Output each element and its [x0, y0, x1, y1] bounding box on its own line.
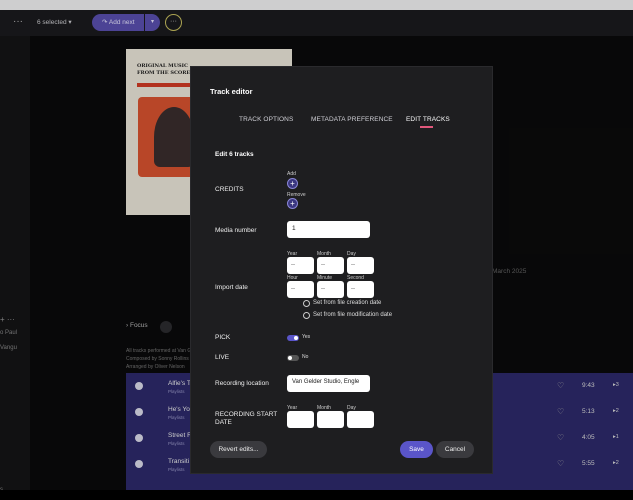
live-label: LIVE	[215, 354, 230, 361]
pick-label: PICK	[215, 334, 231, 341]
radio-creation-date[interactable]	[303, 300, 310, 307]
import-month-input[interactable]: --	[317, 257, 344, 274]
toggle-knob	[288, 356, 292, 360]
cancel-button[interactable]: Cancel	[436, 441, 474, 458]
revert-edits-button[interactable]: Revert edits...	[210, 441, 267, 458]
add-credit-label: Add	[287, 171, 296, 177]
import-minute-input[interactable]: --	[317, 281, 344, 298]
recording-start-label: RECORDING START	[215, 411, 278, 418]
recording-year-input[interactable]	[287, 411, 314, 428]
recording-month-input[interactable]	[317, 411, 344, 428]
pick-toggle[interactable]	[287, 335, 299, 341]
section-heading: Edit 6 tracks	[215, 151, 254, 158]
media-number-input[interactable]: 1	[287, 221, 370, 238]
recording-start-label-2: DATE	[215, 419, 232, 426]
import-hour-input[interactable]: --	[287, 281, 314, 298]
recording-location-label: Recording location	[215, 380, 269, 387]
credits-label: CREDITS	[215, 186, 244, 193]
pick-value: Yes	[302, 334, 311, 340]
remove-credit-label: Remove	[287, 192, 306, 198]
import-year-input[interactable]: --	[287, 257, 314, 274]
dialog-title: Track editor	[210, 87, 253, 96]
save-button[interactable]: Save	[400, 441, 433, 458]
toggle-knob	[294, 336, 298, 340]
live-value: No	[302, 354, 309, 360]
tab-edit-tracks[interactable]: EDIT TRACKS	[406, 116, 450, 123]
tab-metadata-preference[interactable]: METADATA PREFERENCE	[311, 116, 393, 123]
remove-credit-button[interactable]: +	[287, 198, 298, 209]
radio-modification-label[interactable]: Set from file modification date	[313, 312, 392, 318]
add-credit-button[interactable]: +	[287, 178, 298, 189]
live-toggle[interactable]	[287, 355, 299, 361]
track-editor-dialog: Track editor TRACK OPTIONS METADATA PREF…	[190, 66, 493, 474]
media-number-label: Media number	[215, 227, 257, 234]
radio-creation-label[interactable]: Set from file creation date	[313, 300, 381, 306]
import-date-label: Import date	[215, 284, 248, 291]
recording-day-input[interactable]	[347, 411, 374, 428]
import-second-input[interactable]: --	[347, 281, 374, 298]
import-day-input[interactable]: --	[347, 257, 374, 274]
active-tab-indicator	[420, 126, 433, 128]
tab-track-options[interactable]: TRACK OPTIONS	[239, 116, 293, 123]
recording-location-input[interactable]: Van Gelder Studio, Engle	[287, 375, 370, 392]
radio-modification-date[interactable]	[303, 312, 310, 319]
